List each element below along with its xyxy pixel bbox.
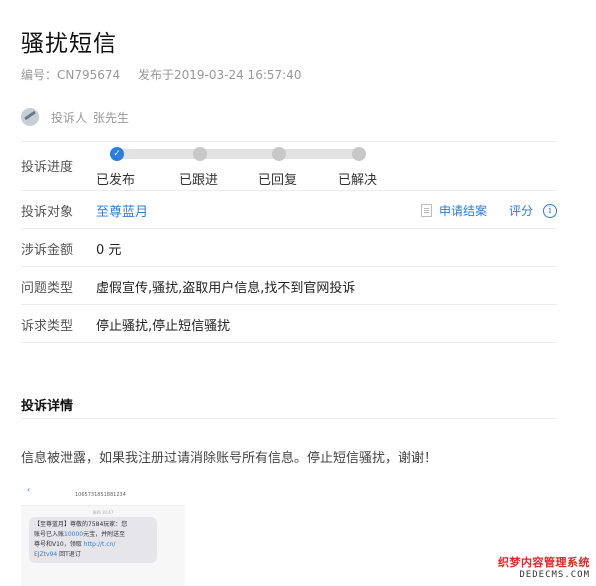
progress-step-4-dot [352, 147, 366, 161]
divider [21, 266, 557, 267]
progress-step-2-dot [193, 147, 207, 161]
progress-step-label: 已解决 [338, 173, 378, 188]
divider [21, 342, 557, 343]
details-title: 投诉详情 [21, 399, 74, 414]
sms-time: 周四 10:47 [92, 510, 114, 515]
target-label: 投诉对象 [21, 205, 74, 220]
progress-label: 投诉进度 [21, 160, 74, 175]
progress-step-1-check-icon: ✓ [110, 147, 124, 161]
sms-screenshot-image[interactable]: ‹ 1065731851881234 周四 10:47 【至尊蓝月】尊敬的758… [21, 483, 185, 586]
rate-button[interactable]: 评分 [509, 202, 533, 219]
amount-label: 涉诉金额 [21, 243, 74, 258]
progress-track [110, 149, 360, 159]
divider [21, 141, 557, 142]
progress-step-3-dot [272, 147, 286, 161]
issue-type-value: 虚假宣传,骚扰,盗取用户信息,找不到官网投诉 [96, 281, 356, 296]
details-text: 信息被泄露，如果我注册过请消除账号所有信息。停止短信骚扰，谢谢！ [21, 451, 438, 466]
avatar [21, 108, 39, 126]
complaint-meta: 编号：CN795674 发布于2019-03-24 16:57:40 [21, 66, 315, 83]
row-actions: 申请结案 评分 i [420, 202, 557, 219]
watermark-title: 织梦内容管理系统 [498, 556, 590, 569]
sms-line: EJZtv94 回T退订 [34, 551, 81, 558]
issue-type-label: 问题类型 [21, 281, 74, 296]
document-icon [420, 204, 432, 217]
back-chevron-icon: ‹ [27, 485, 31, 494]
demand-type-value: 停止骚扰,停止短信骚扰 [96, 319, 231, 334]
watermark-domain: DEDECMS.COM [498, 570, 590, 580]
divider [21, 418, 557, 419]
progress-step-label: 已发布 [96, 173, 136, 188]
demand-type-label: 诉求类型 [21, 319, 74, 334]
apply-close-button[interactable]: 申请结案 [439, 202, 487, 219]
info-icon[interactable]: i [543, 203, 557, 218]
sms-line: 【至尊蓝月】尊敬的7584玩家：您 [34, 521, 128, 528]
complaint-id: 编号：CN795674 [21, 68, 121, 82]
progress-step-label: 已回复 [258, 173, 298, 188]
target-link[interactable]: 至尊蓝月 [96, 201, 148, 220]
complainant-label: 投诉人 [51, 110, 88, 125]
publish-time: 发布于2019-03-24 16:57:40 [138, 68, 302, 82]
progress-step-label: 已跟进 [179, 173, 219, 188]
sms-line: 账号已入账10000元宝，并附送至 [34, 531, 126, 538]
sms-line: 尊号和V10，领取 http://t.cn/ [34, 541, 116, 548]
sms-header: ‹ 1065731851881234 [21, 483, 185, 506]
page-title: 骚扰短信 [21, 31, 117, 57]
divider [21, 304, 557, 305]
sms-bubble: 【至尊蓝月】尊敬的7584玩家：您 账号已入账10000元宝，并附送至 尊号和V… [29, 517, 157, 563]
amount-value: 0 元 [96, 243, 122, 258]
watermark-logo: 织梦内容管理系统 DEDECMS.COM [498, 554, 590, 580]
divider [21, 228, 557, 229]
complainant-name: 张先生 [93, 110, 130, 125]
complainant-info: 投诉人 张先生 [21, 108, 129, 126]
sms-sender: 1065731851881234 [75, 492, 126, 498]
divider [21, 190, 557, 191]
